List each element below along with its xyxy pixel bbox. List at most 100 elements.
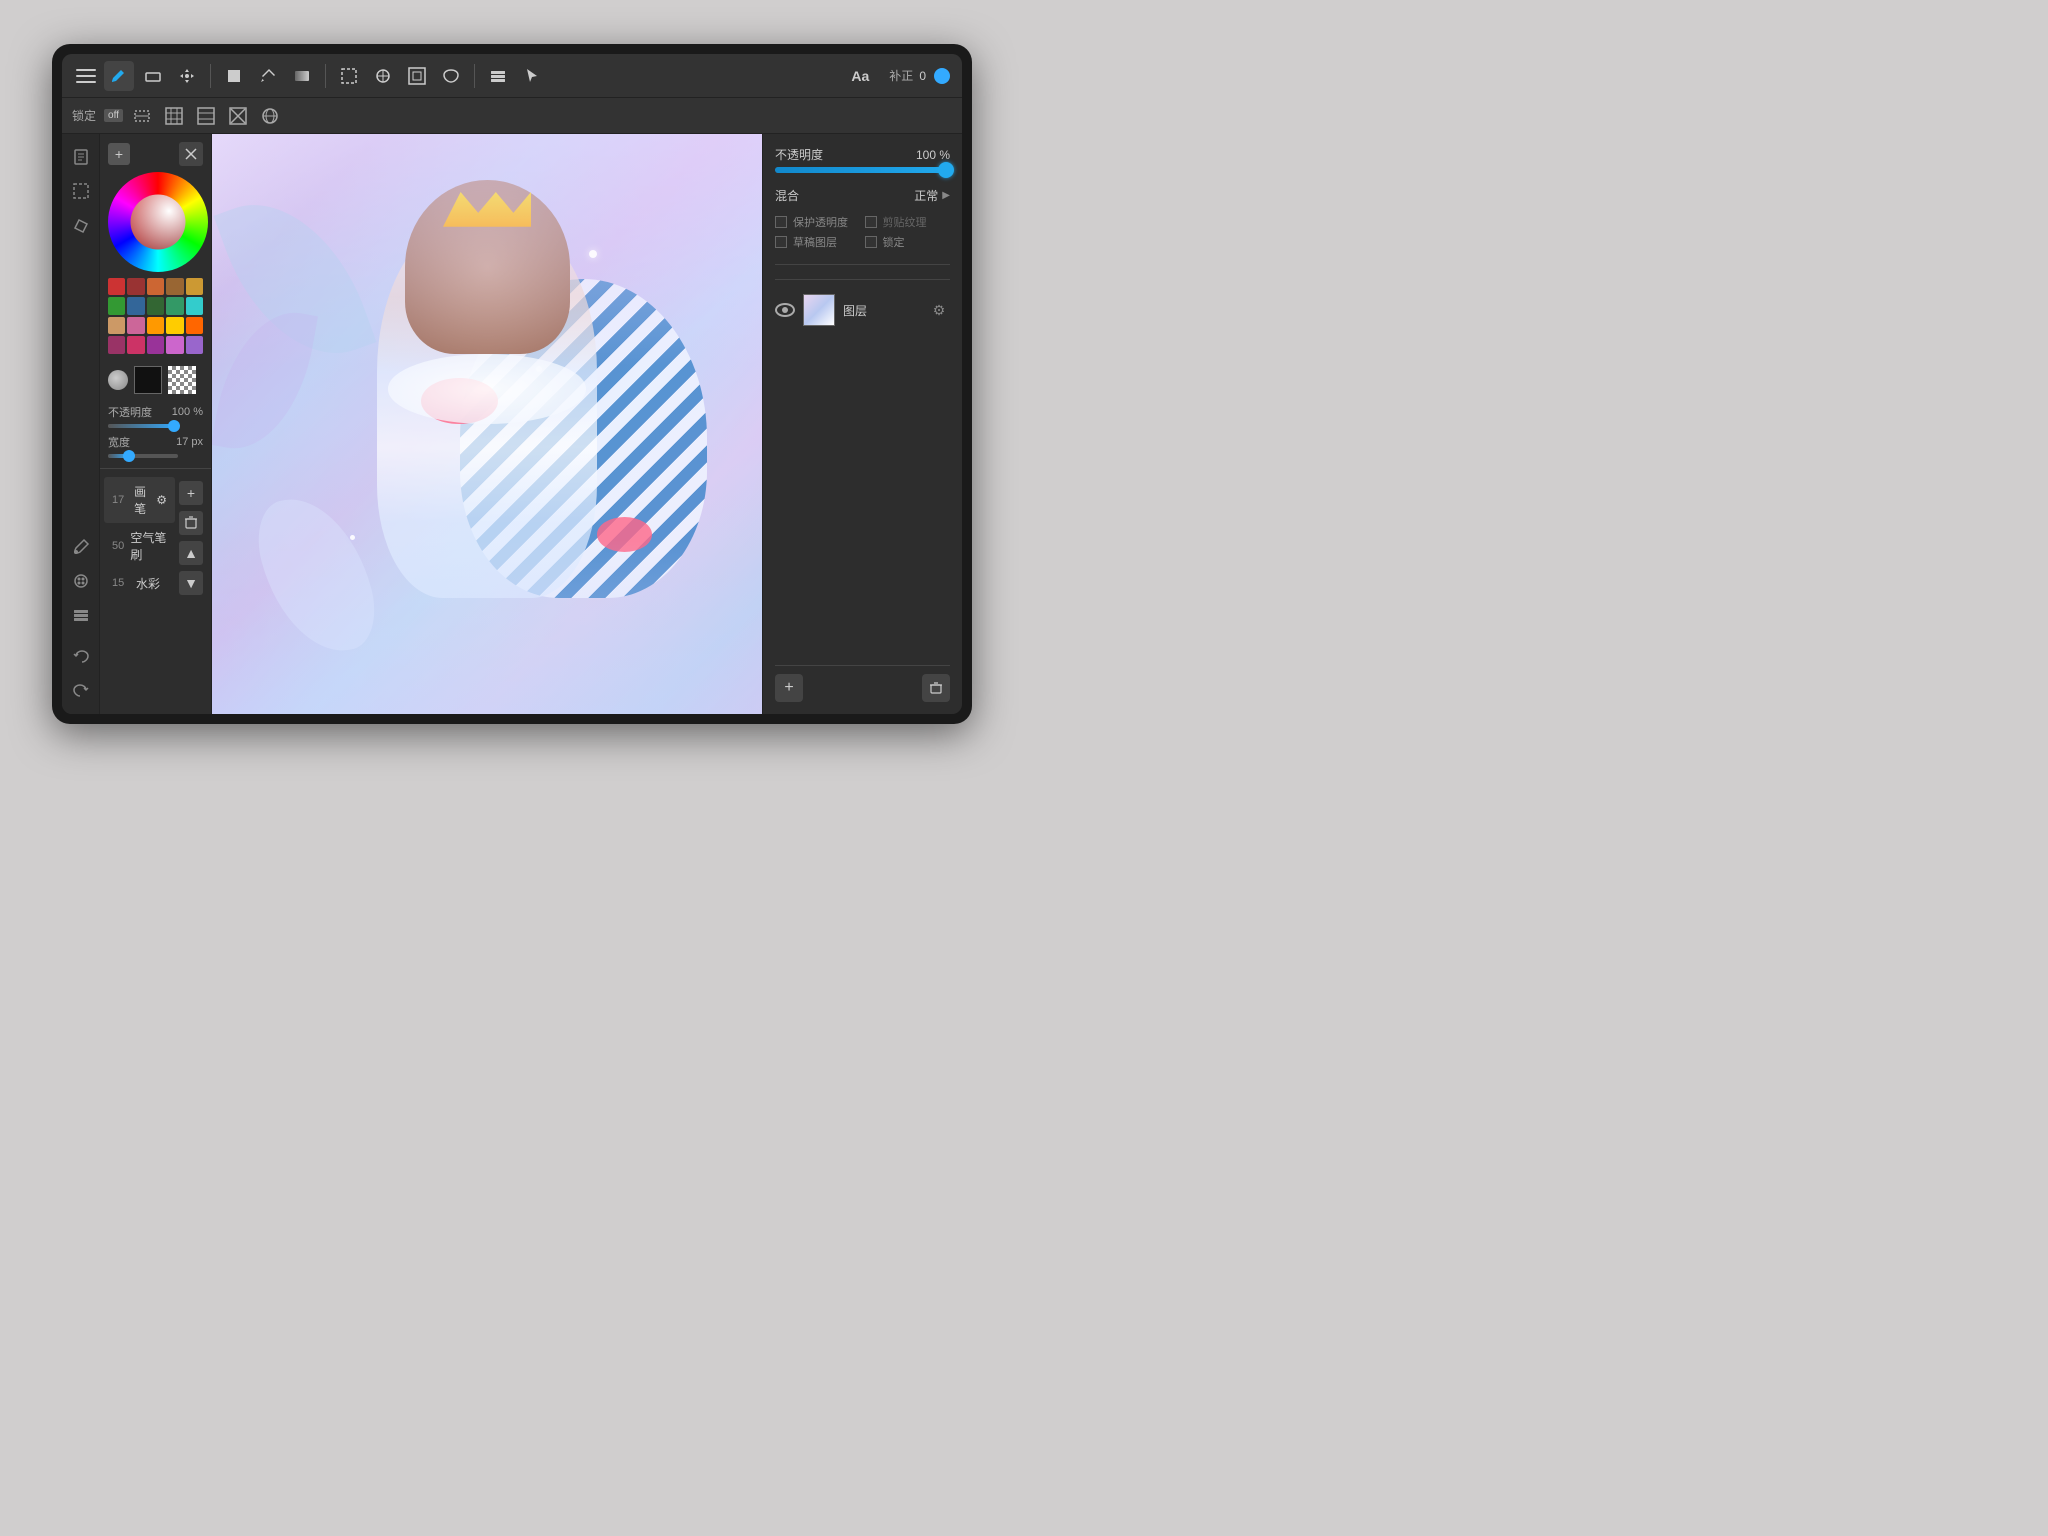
brush-list-actions: + ▲ ▼ — [175, 477, 207, 599]
draft-layer-checkbox-row: 草稿图层 — [775, 234, 861, 250]
overlay-btn-2[interactable] — [161, 103, 187, 129]
undo-icon[interactable] — [66, 642, 96, 672]
blend-label: 混合 — [775, 187, 799, 204]
lock-checkbox-row: 锁定 — [865, 234, 951, 250]
move-tool-button[interactable] — [172, 61, 202, 91]
transform-tool-button[interactable] — [402, 61, 432, 91]
color-swatch[interactable] — [127, 336, 144, 353]
tablet-frame: Aa 补正 0 锁定 off — [52, 44, 972, 724]
brush-item-1[interactable]: 50 空气笔刷 — [104, 523, 175, 569]
draft-layer-checkbox[interactable] — [775, 236, 787, 248]
fill-tool-button[interactable] — [253, 61, 283, 91]
color-swatch[interactable] — [186, 297, 203, 314]
lock-checkbox[interactable] — [865, 236, 877, 248]
delete-layer-button[interactable] — [922, 674, 950, 702]
eraser-tool-button[interactable] — [138, 61, 168, 91]
color-circle-btn[interactable] — [108, 370, 128, 390]
brush-num-0: 17 — [112, 494, 134, 506]
overlay-btn-5[interactable] — [257, 103, 283, 129]
brush-num-2: 15 — [112, 577, 136, 589]
color-swatch[interactable] — [147, 317, 164, 334]
opacity-slider-row: 不透明度 100 % — [108, 404, 203, 420]
brush-size-slider[interactable] — [108, 454, 178, 458]
color-swatch[interactable] — [127, 278, 144, 295]
cursor-tool-button[interactable] — [517, 61, 547, 91]
sidebar-content: + — [100, 134, 211, 714]
color-swatch[interactable] — [108, 336, 125, 353]
color-swatch[interactable] — [147, 336, 164, 353]
protect-opacity-label: 保护透明度 — [793, 214, 848, 230]
brush-num-1: 50 — [112, 540, 130, 552]
size-slider-row: 宽度 17 px — [108, 434, 203, 450]
move-brush-down-button[interactable]: ▼ — [179, 571, 203, 595]
brush-item-2[interactable]: 15 水彩 — [104, 569, 175, 598]
add-color-button[interactable]: + — [108, 143, 130, 165]
color-swatch[interactable] — [166, 297, 183, 314]
delete-brush-button[interactable] — [179, 511, 203, 535]
overlay-btn-4[interactable] — [225, 103, 251, 129]
layer-bottom-actions: + — [775, 665, 950, 702]
toolbar-separator-2 — [325, 64, 326, 88]
menu-button[interactable] — [72, 62, 100, 90]
clip-mask-checkbox[interactable] — [865, 216, 877, 228]
canvas-area[interactable] — [212, 134, 762, 714]
brush-icon[interactable] — [66, 532, 96, 562]
color-swatch[interactable] — [108, 278, 125, 295]
background-color-swatch[interactable] — [168, 366, 196, 394]
brush-settings-btn-0[interactable]: ⚙ — [156, 493, 167, 507]
layers-icon[interactable] — [66, 600, 96, 630]
correction-section: 补正 0 — [889, 66, 952, 86]
overlay-btn-1[interactable] — [129, 103, 155, 129]
eyedrop-tool-button[interactable] — [368, 61, 398, 91]
selection-icon[interactable] — [66, 176, 96, 206]
overlay-btn-3[interactable] — [193, 103, 219, 129]
correction-knob[interactable] — [932, 66, 952, 86]
brush-item-0[interactable]: 17 画笔 ⚙ — [104, 477, 175, 523]
color-section: + — [100, 134, 211, 362]
right-divider — [775, 264, 950, 265]
color-wheel-inner[interactable] — [131, 195, 186, 250]
lock-label-right: 锁定 — [883, 234, 905, 250]
gradient-tool-button[interactable] — [287, 61, 317, 91]
color-wheel[interactable] — [108, 172, 208, 272]
color-swatch[interactable] — [186, 278, 203, 295]
brush-size-value: 17 px — [176, 436, 203, 448]
color-swatch[interactable] — [166, 336, 183, 353]
delete-color-button[interactable] — [179, 142, 203, 166]
off-badge[interactable]: off — [104, 109, 123, 122]
brush-opacity-slider[interactable] — [108, 424, 178, 428]
sidebar-icons — [62, 134, 100, 714]
color-swatch[interactable] — [186, 317, 203, 334]
lasso-tool-button[interactable] — [436, 61, 466, 91]
color-swatch[interactable] — [186, 336, 203, 353]
text-tool-button[interactable]: Aa — [845, 61, 875, 91]
text-tool-label: Aa — [851, 68, 869, 84]
opacity-slider[interactable] — [775, 167, 950, 173]
shape-tool-button[interactable] — [219, 61, 249, 91]
add-layer-button[interactable]: + — [775, 674, 803, 702]
layer-visibility-toggle[interactable] — [775, 303, 795, 317]
redo-icon[interactable] — [66, 676, 96, 706]
pencil-tool-button[interactable] — [104, 61, 134, 91]
new-file-icon[interactable] — [66, 142, 96, 172]
color-swatch[interactable] — [166, 317, 183, 334]
color-swatch[interactable] — [108, 317, 125, 334]
color-swatch[interactable] — [147, 297, 164, 314]
blend-mode-selector[interactable]: 正常 ▶ — [914, 187, 950, 204]
add-brush-button[interactable]: + — [179, 481, 203, 505]
foreground-color-swatch[interactable] — [134, 366, 162, 394]
color-swatch[interactable] — [147, 278, 164, 295]
layer-settings-button[interactable]: ⚙ — [928, 299, 950, 321]
correction-value: 0 — [919, 69, 926, 83]
palette-icon[interactable] — [66, 566, 96, 596]
erase-icon[interactable] — [66, 210, 96, 240]
color-swatch[interactable] — [166, 278, 183, 295]
layers-tool-button[interactable] — [483, 61, 513, 91]
color-swatch[interactable] — [127, 297, 144, 314]
select-tool-button[interactable] — [334, 61, 364, 91]
protect-opacity-checkbox[interactable] — [775, 216, 787, 228]
move-brush-up-button[interactable]: ▲ — [179, 541, 203, 565]
color-swatch[interactable] — [127, 317, 144, 334]
color-swatch[interactable] — [108, 297, 125, 314]
left-sidebar: + — [62, 134, 212, 714]
